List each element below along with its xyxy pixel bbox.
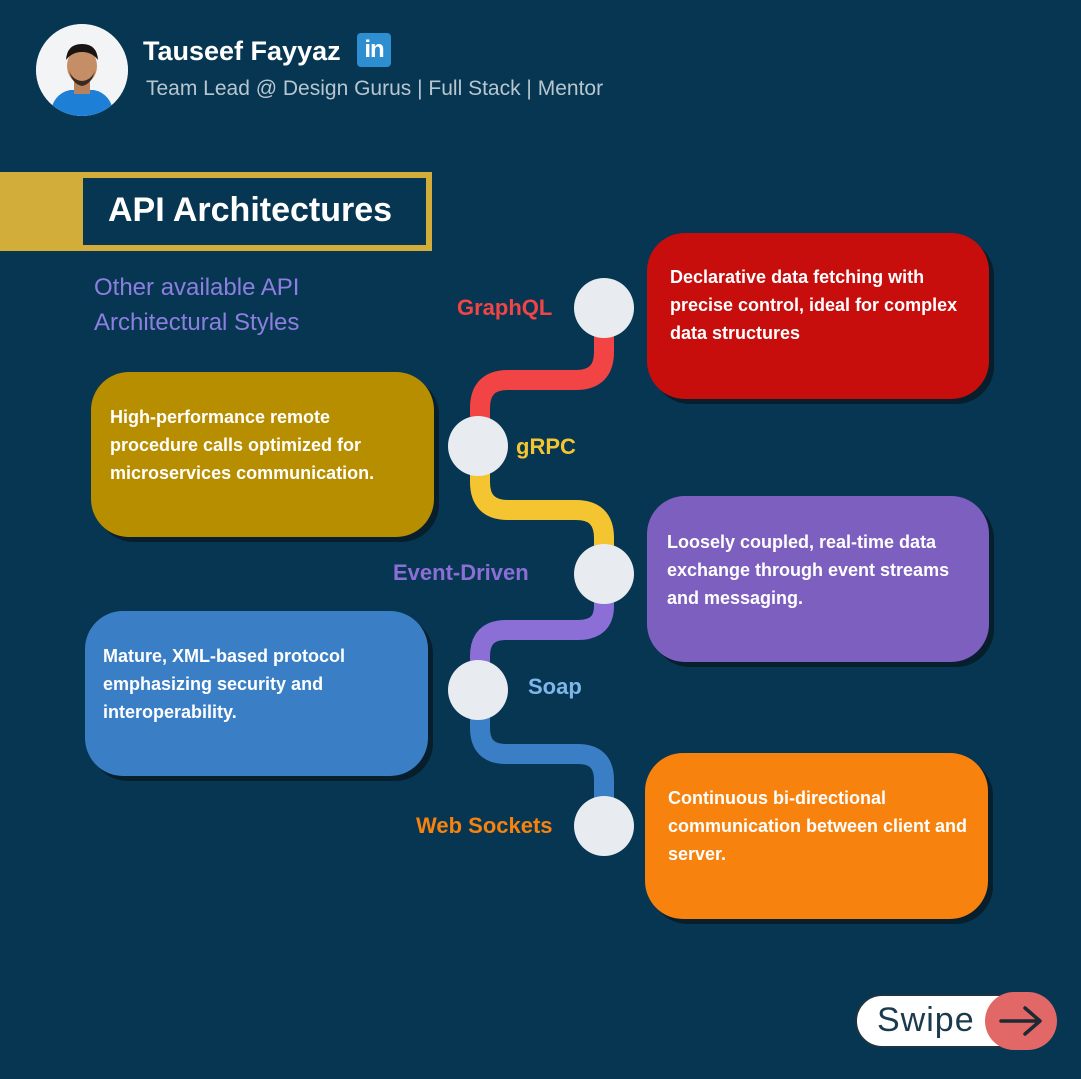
label-web-sockets: Web Sockets (416, 813, 553, 838)
node-graphql (574, 278, 634, 338)
swipe-label: Swipe (877, 1001, 975, 1039)
card-soap: Mature, XML-based protocol emphasizing s… (85, 611, 428, 776)
node-grpc (448, 416, 508, 476)
card-graphql: Declarative data fetching with precise c… (647, 233, 989, 399)
card-soap-text: Mature, XML-based protocol emphasizing s… (103, 646, 346, 722)
arrow-right-icon (999, 1006, 1042, 1036)
card-event-driven: Loosely coupled, real-time data exchange… (647, 496, 989, 662)
label-event-driven: Event-Driven (393, 560, 529, 585)
label-grpc: gRPC (516, 434, 576, 459)
card-grpc-text: High-performance remote procedure calls … (110, 407, 375, 483)
card-graphql-text: Declarative data fetching with precise c… (670, 267, 958, 343)
node-event-driven (574, 544, 634, 604)
node-web-sockets (574, 796, 634, 856)
card-grpc: High-performance remote procedure calls … (91, 372, 434, 537)
node-soap (448, 660, 508, 720)
label-graphql: GraphQL (457, 295, 553, 320)
label-soap: Soap (528, 674, 582, 699)
card-web-sockets-text: Continuous bi-directional communication … (668, 788, 968, 864)
card-web-sockets: Continuous bi-directional communication … (645, 753, 988, 919)
swipe-arrow-button[interactable] (985, 992, 1057, 1050)
card-event-driven-text: Loosely coupled, real-time data exchange… (667, 532, 950, 608)
